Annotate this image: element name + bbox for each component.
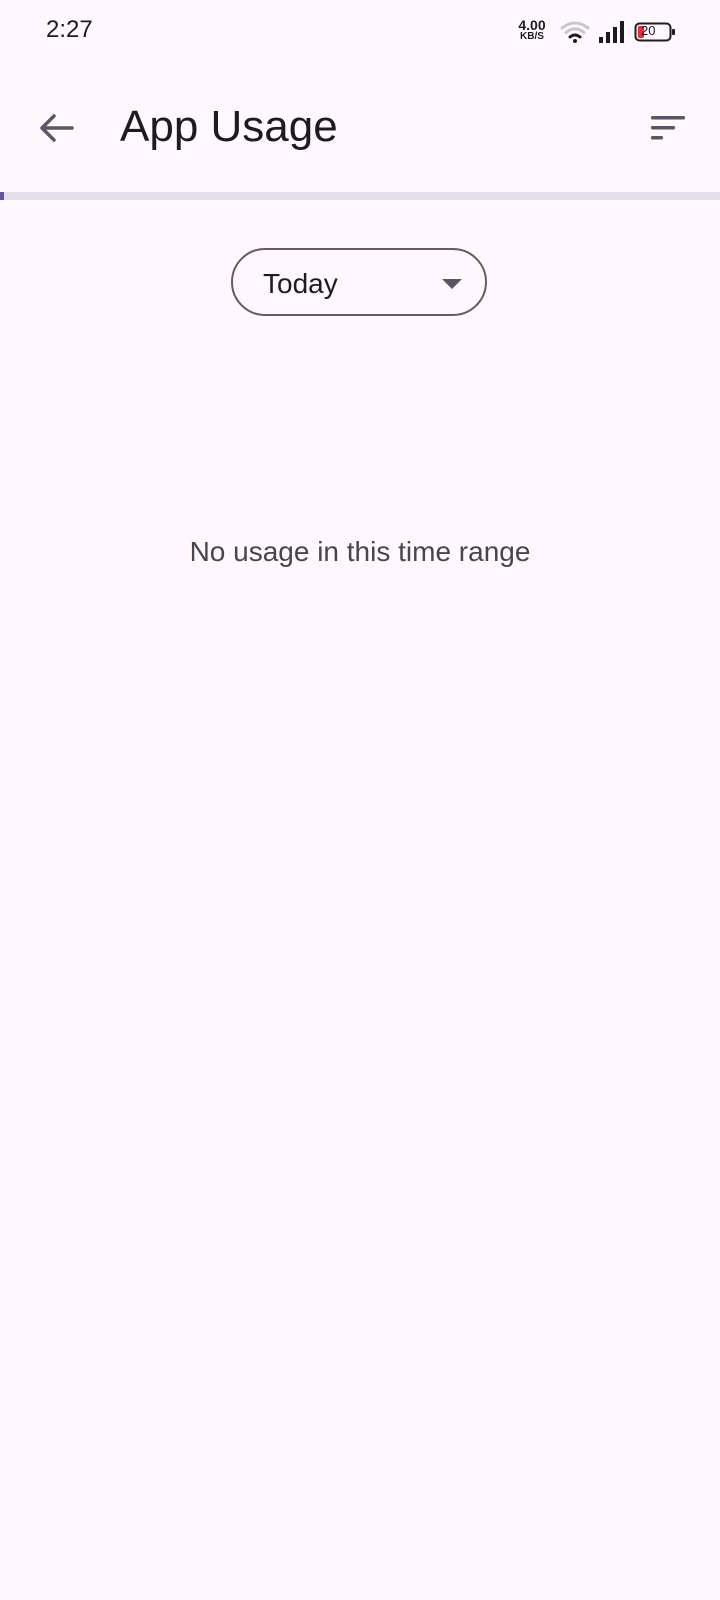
wifi-icon <box>560 21 590 43</box>
arrow-left-icon <box>40 114 74 142</box>
loading-progress-fill <box>0 192 4 200</box>
dropdown-triangle-icon <box>442 279 462 289</box>
loading-progress-bar <box>0 192 720 200</box>
signal-icon <box>599 21 624 43</box>
sort-button[interactable] <box>640 104 696 152</box>
network-speed-value: 4.00 <box>518 17 546 33</box>
battery-level: 20 <box>641 23 656 38</box>
app-bar: App Usage <box>0 64 720 192</box>
time-range-selected: Today <box>263 268 338 299</box>
sort-icon <box>651 116 685 140</box>
status-time: 2:27 <box>46 16 93 43</box>
status-bar: 2:27 4.00 KB/S 20 <box>0 0 720 64</box>
network-speed: 4.00 KB/S <box>514 18 550 42</box>
empty-state-message: No usage in this time range <box>189 536 531 567</box>
page-title: App Usage <box>120 102 338 151</box>
back-button[interactable] <box>28 104 84 152</box>
network-speed-unit: KB/S <box>520 31 544 42</box>
time-range-dropdown[interactable]: Today <box>231 248 487 316</box>
